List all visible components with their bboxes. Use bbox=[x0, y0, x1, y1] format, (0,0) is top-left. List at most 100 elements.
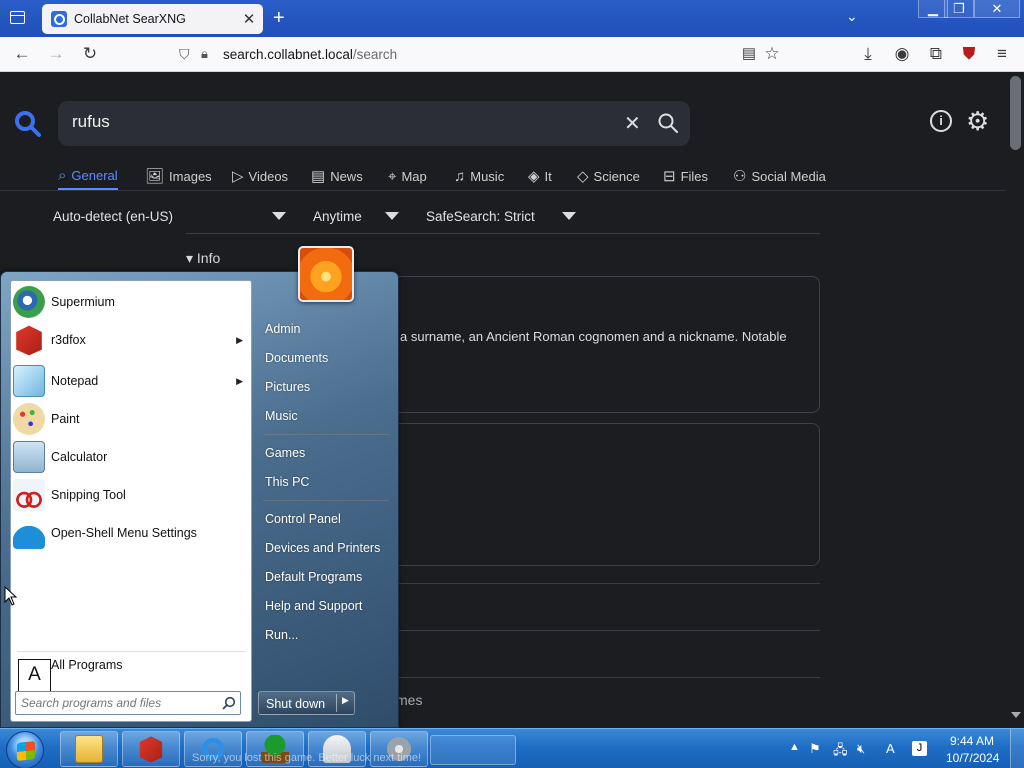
start-place-this-pc[interactable]: This PC bbox=[265, 475, 309, 489]
tab-music[interactable]: ♫ Music bbox=[454, 162, 504, 190]
chevron-down-icon[interactable] bbox=[385, 212, 399, 220]
image-icon: 🖼︎ bbox=[145, 168, 165, 185]
start-place-documents[interactable]: Documents bbox=[265, 351, 328, 365]
action-center-flag-icon[interactable]: ⚑ bbox=[809, 741, 821, 757]
taskbar-r3dfox[interactable] bbox=[122, 731, 180, 767]
paint-palette-icon bbox=[13, 403, 45, 435]
tab-videos[interactable]: ▷ Videos bbox=[232, 162, 288, 190]
tab-news[interactable]: ▤ News bbox=[311, 162, 363, 190]
people-icon: ⚇ bbox=[733, 168, 747, 185]
start-place-default-programs[interactable]: Default Programs bbox=[265, 570, 362, 584]
window-close-button[interactable]: ✕ bbox=[974, 0, 1020, 18]
start-place-devices-printers[interactable]: Devices and Printers bbox=[265, 541, 380, 555]
taskbar-explorer[interactable] bbox=[60, 731, 118, 767]
tab-images[interactable]: 🖼︎ Images bbox=[145, 162, 212, 190]
taskbar-window-button[interactable] bbox=[430, 735, 516, 765]
ublock-shield-icon[interactable]: ⛊ bbox=[958, 43, 980, 65]
ime-indicator[interactable]: A bbox=[886, 741, 895, 756]
tab-map[interactable]: ⌖ Map bbox=[388, 162, 427, 190]
newspaper-icon: ▤ bbox=[311, 168, 326, 185]
page-scrollbar[interactable] bbox=[1006, 72, 1024, 728]
search-icon: ⌕ bbox=[58, 166, 67, 184]
gear-icon[interactable]: ⚙ bbox=[966, 106, 989, 137]
start-button[interactable] bbox=[6, 731, 44, 768]
searxng-logo-icon[interactable] bbox=[14, 110, 42, 138]
start-place-help-support[interactable]: Help and Support bbox=[265, 599, 362, 613]
reload-icon[interactable]: ↻ bbox=[79, 43, 101, 65]
shutdown-options-arrow-icon[interactable]: ▶ bbox=[342, 695, 349, 706]
start-place-music[interactable]: Music bbox=[265, 409, 298, 423]
start-item-calculator[interactable]: Calculator bbox=[11, 439, 251, 475]
tray-overflow-arrow-icon[interactable]: ▲ bbox=[789, 741, 800, 753]
start-search-input[interactable] bbox=[21, 696, 211, 710]
user-avatar[interactable] bbox=[298, 246, 354, 302]
bookmark-star-icon[interactable]: ☆ bbox=[761, 43, 783, 65]
start-place-run[interactable]: Run... bbox=[265, 628, 298, 642]
start-place-games[interactable]: Games bbox=[265, 446, 305, 460]
supermium-icon bbox=[13, 286, 45, 318]
input-method-icon[interactable]: J bbox=[912, 741, 927, 756]
tab-social-media[interactable]: ⚇ Social Media bbox=[733, 162, 826, 190]
windows-logo-icon bbox=[17, 741, 35, 761]
start-item-open-shell-settings[interactable]: Open-Shell Menu Settings bbox=[11, 515, 251, 551]
start-item-snipping-tool[interactable]: Snipping Tool bbox=[11, 477, 251, 513]
time-range-select[interactable]: Anytime bbox=[313, 209, 362, 224]
tab-science[interactable]: ◇ Science bbox=[577, 162, 640, 190]
menu-hamburger-icon[interactable]: ≡ bbox=[991, 43, 1013, 65]
extensions-icon[interactable]: ⧉ bbox=[925, 43, 947, 65]
scrollbar-thumb[interactable] bbox=[1010, 76, 1021, 150]
tab-it[interactable]: ◈ It bbox=[528, 162, 552, 190]
scroll-down-arrow-icon[interactable] bbox=[1011, 712, 1021, 718]
account-icon[interactable]: ◉ bbox=[891, 43, 913, 65]
folder-icon bbox=[75, 735, 103, 763]
search-icon[interactable] bbox=[656, 111, 680, 135]
start-item-r3dfox[interactable]: r3dfox ▶ bbox=[11, 322, 251, 358]
clock-time[interactable]: 9:44 AM bbox=[950, 734, 994, 748]
tab-general[interactable]: ⌕ General bbox=[58, 162, 118, 190]
volume-muted-icon[interactable]: 🔇︎ bbox=[857, 741, 865, 757]
lock-icon[interactable]: 🔒︎ bbox=[201, 46, 208, 62]
divider bbox=[263, 434, 389, 435]
show-desktop-button[interactable] bbox=[1010, 729, 1024, 768]
tabs-divider bbox=[0, 190, 1024, 191]
start-programs-pane: Supermium r3dfox ▶ Notepad ▶ Paint Calcu… bbox=[10, 280, 252, 722]
window-restore-button[interactable]: ❐ bbox=[944, 0, 974, 18]
start-place-control-panel[interactable]: Control Panel bbox=[265, 512, 341, 526]
tab-files[interactable]: ⊟ Files bbox=[663, 162, 708, 190]
new-tab-button[interactable]: + bbox=[273, 8, 285, 28]
chevron-down-icon[interactable] bbox=[272, 212, 286, 220]
start-item-supermium[interactable]: Supermium bbox=[11, 284, 251, 320]
notepad-icon bbox=[13, 365, 45, 397]
tab-list-button[interactable] bbox=[6, 8, 30, 30]
all-programs-button[interactable]: All Programs bbox=[51, 658, 123, 672]
searxng-favicon-icon bbox=[51, 11, 67, 27]
shield-icon[interactable]: ⛉ bbox=[179, 46, 190, 63]
result-title[interactable]: mes bbox=[396, 692, 422, 708]
infobox-toggle[interactable]: ▾ Info bbox=[186, 250, 220, 267]
chevron-down-icon[interactable] bbox=[562, 212, 576, 220]
search-icon[interactable] bbox=[222, 696, 236, 710]
clock-date[interactable]: 10/7/2024 bbox=[946, 751, 999, 765]
shutdown-button[interactable]: Shut down ▶ bbox=[258, 691, 355, 715]
start-item-notepad[interactable]: Notepad ▶ bbox=[11, 363, 251, 399]
chevron-down-icon[interactable]: ⌄ bbox=[846, 8, 858, 25]
tab-close-icon[interactable]: ✕ bbox=[239, 10, 259, 28]
address-bar[interactable]: ⛉ 🔒︎ search.collabnet.local/search bbox=[172, 41, 790, 68]
shutdown-label: Shut down bbox=[266, 697, 326, 711]
start-item-paint[interactable]: Paint bbox=[11, 401, 251, 437]
back-arrow-icon[interactable]: ← bbox=[11, 43, 33, 65]
network-icon[interactable]: 🖧︎ bbox=[833, 741, 848, 763]
url-text[interactable]: search.collabnet.local/search bbox=[223, 47, 397, 62]
start-place-admin[interactable]: Admin bbox=[265, 322, 300, 336]
info-icon[interactable]: i bbox=[930, 110, 952, 132]
reader-view-icon[interactable]: ▤ bbox=[738, 43, 760, 65]
clear-search-icon[interactable]: ✕ bbox=[624, 111, 641, 136]
start-place-pictures[interactable]: Pictures bbox=[265, 380, 310, 394]
safesearch-select[interactable]: SafeSearch: Strict bbox=[426, 209, 535, 224]
calculator-icon bbox=[13, 441, 45, 473]
language-select[interactable]: Auto-detect (en-US) bbox=[53, 209, 173, 224]
downloads-icon[interactable]: ⤓ bbox=[857, 43, 879, 65]
forward-arrow-icon[interactable]: → bbox=[45, 43, 67, 65]
browser-tab[interactable]: CollabNet SearXNG ✕ bbox=[42, 4, 263, 34]
search-input[interactable] bbox=[72, 112, 592, 132]
